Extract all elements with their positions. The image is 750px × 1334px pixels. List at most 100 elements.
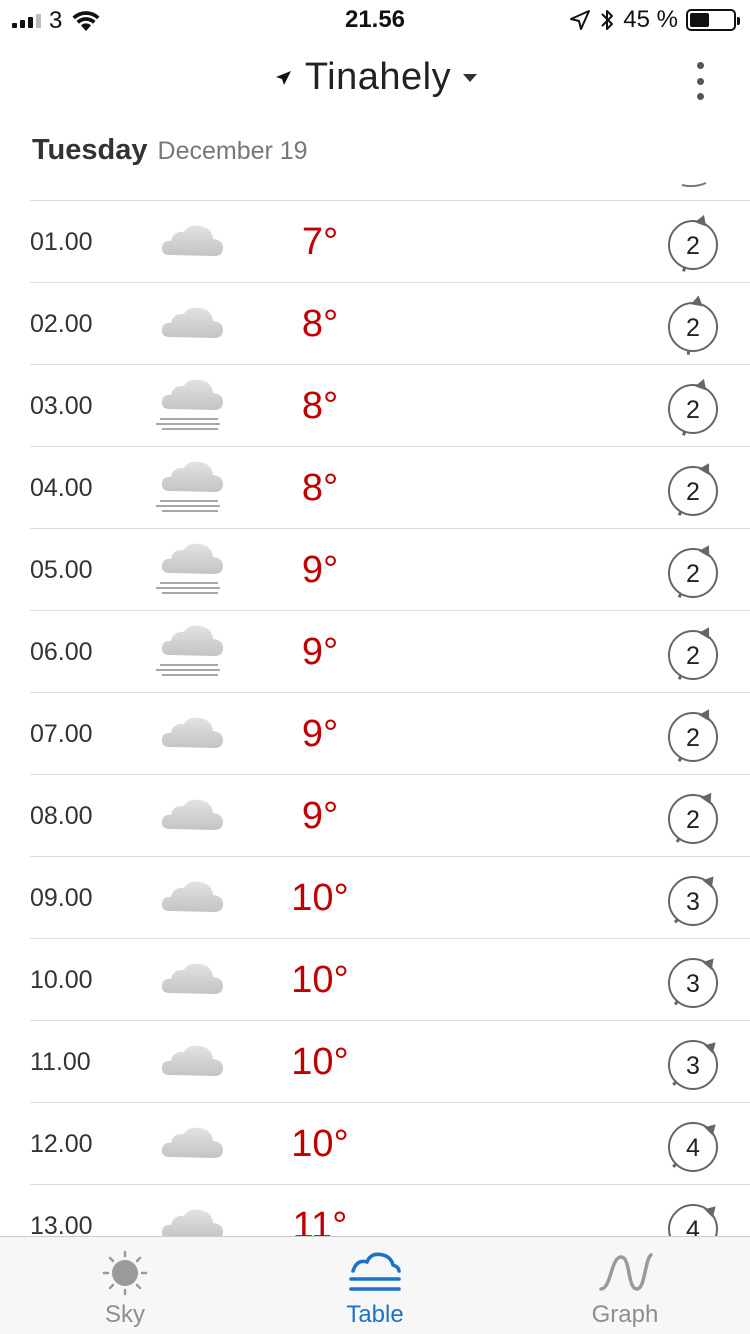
wind-speed-value: 2 xyxy=(686,806,700,834)
wind-speed-icon: 2 xyxy=(668,295,718,355)
wind-speed-value: 4 xyxy=(686,1134,700,1162)
wind-speed-value: 2 xyxy=(686,232,700,260)
graph-icon xyxy=(599,1253,653,1291)
table-row[interactable]: 07.00 9° 2 xyxy=(30,693,750,775)
row-temperature: 9° xyxy=(301,549,339,591)
table-icon xyxy=(349,1252,401,1291)
row-time: 01.00 xyxy=(30,228,93,256)
cloudy-icon xyxy=(161,1127,223,1158)
battery-percentage: 45 % xyxy=(623,6,678,33)
table-row[interactable]: 13.00 11° 4 xyxy=(30,1185,750,1236)
table-row[interactable]: 11.00 10° 3 xyxy=(30,1021,750,1103)
day-label: Tuesday xyxy=(32,134,148,166)
tab-sky[interactable]: Sky xyxy=(0,1237,250,1334)
forecast-table[interactable]: 01.00 7° 2 02.00 8° 2 03.00 8° 2 04.00 8° 2 05.00 9° 2… xyxy=(0,182,750,1236)
wind-speed-value: 2 xyxy=(686,396,700,424)
fog-icon xyxy=(156,543,223,594)
row-time: 11.00 xyxy=(30,1048,91,1076)
row-time: 07.00 xyxy=(30,720,93,748)
fog-icon xyxy=(156,379,223,430)
table-row[interactable]: 12.00 10° 4 xyxy=(30,1103,750,1185)
battery-icon xyxy=(686,9,740,31)
row-temperature: 11° xyxy=(292,1205,348,1236)
row-temperature: 10° xyxy=(291,959,349,1001)
row-time: 12.00 xyxy=(30,1130,93,1158)
row-temperature: 8° xyxy=(301,303,339,345)
cloudy-icon xyxy=(161,225,223,256)
row-time: 13.00 xyxy=(30,1212,93,1236)
cloudy-icon xyxy=(161,307,223,338)
row-time: 03.00 xyxy=(30,392,93,420)
location-selector[interactable]: Tinahely xyxy=(0,56,750,99)
wind-speed-icon: 2 xyxy=(668,627,718,680)
row-temperature: 10° xyxy=(291,877,349,919)
wind-speed-value: 2 xyxy=(686,314,700,342)
more-options-icon[interactable] xyxy=(690,62,710,100)
fog-icon xyxy=(156,625,223,676)
location-name[interactable]: Tinahely xyxy=(305,56,451,99)
cloudy-icon xyxy=(161,1209,223,1236)
tab-bar: Sky Table Graph xyxy=(0,1236,750,1334)
wind-speed-icon: 2 xyxy=(668,463,718,516)
bluetooth-icon xyxy=(601,10,614,30)
dropdown-caret-icon xyxy=(463,73,478,82)
table-row[interactable]: 02.00 8° 2 xyxy=(30,283,750,365)
table-row[interactable]: 03.00 8° 2 xyxy=(30,365,750,447)
wind-speed-icon: 3 xyxy=(668,958,718,1008)
status-bar: 3 21.56 45 % xyxy=(0,0,750,40)
wind-speed-icon: 2 xyxy=(668,214,718,272)
wind-speed-value: 3 xyxy=(686,888,700,916)
tab-graph-label: Graph xyxy=(591,1301,659,1328)
cloudy-icon xyxy=(161,1045,223,1076)
wind-speed-icon: 4 xyxy=(668,1122,718,1172)
cloudy-icon xyxy=(161,881,223,912)
row-temperature: 9° xyxy=(301,631,339,673)
wind-speed-icon: 2 xyxy=(668,545,718,598)
tab-sky-label: Sky xyxy=(104,1301,145,1328)
row-time: 04.00 xyxy=(30,474,93,502)
row-time: 06.00 xyxy=(30,638,93,666)
date-heading: Tuesday December 19 xyxy=(32,134,308,174)
table-row[interactable]: 01.00 7° 2 xyxy=(30,201,750,283)
tab-table[interactable]: Table xyxy=(250,1237,500,1334)
row-time: 10.00 xyxy=(30,966,93,994)
table-row[interactable]: 09.00 10° 3 xyxy=(30,857,750,939)
fog-icon xyxy=(156,461,223,512)
wind-speed-value: 2 xyxy=(686,642,700,670)
wind-speed-value: 2 xyxy=(686,724,700,752)
battery-level-fill xyxy=(690,13,709,27)
tab-table-label: Table xyxy=(346,1301,404,1328)
tab-graph[interactable]: Graph xyxy=(500,1237,750,1334)
table-row[interactable]: 04.00 8° 2 xyxy=(30,447,750,529)
wind-speed-icon: 3 xyxy=(668,876,718,926)
wind-speed-icon: 3 xyxy=(668,1040,718,1090)
row-temperature: 10° xyxy=(291,1041,349,1083)
wind-speed-icon: 2 xyxy=(668,378,718,436)
wind-arrow-fragment-icon xyxy=(681,182,707,188)
wind-speed-icon: 4 xyxy=(668,1204,718,1236)
row-time: 09.00 xyxy=(30,884,93,912)
cloudy-icon xyxy=(161,799,223,830)
date-label: December 19 xyxy=(157,137,308,165)
location-services-icon xyxy=(570,10,591,30)
table-row[interactable]: 10.00 10° 3 xyxy=(30,939,750,1021)
row-time: 02.00 xyxy=(30,310,93,338)
table-row[interactable]: 05.00 9° 2 xyxy=(30,529,750,611)
row-temperature: 8° xyxy=(301,385,339,427)
row-temperature: 10° xyxy=(291,1123,349,1165)
wind-speed-icon: 2 xyxy=(668,792,718,844)
wind-speed-value: 3 xyxy=(686,1052,700,1080)
wind-speed-value: 2 xyxy=(686,560,700,588)
wind-speed-icon: 2 xyxy=(668,709,718,762)
cloudy-icon xyxy=(161,963,223,994)
wind-speed-value: 3 xyxy=(686,970,700,998)
wind-speed-value: 4 xyxy=(686,1216,700,1236)
sun-icon xyxy=(102,1250,148,1296)
table-row[interactable]: 08.00 9° 2 xyxy=(30,775,750,857)
location-arrow-icon xyxy=(275,70,291,85)
table-row[interactable]: 06.00 9° 2 xyxy=(30,611,750,693)
row-temperature: 9° xyxy=(301,713,339,755)
row-temperature: 9° xyxy=(301,795,339,837)
forecast-rows: 01.00 7° 2 02.00 8° 2 03.00 8° 2 04.00 8° 2 05.00 9° 2… xyxy=(0,201,750,1236)
row-time: 05.00 xyxy=(30,556,93,584)
